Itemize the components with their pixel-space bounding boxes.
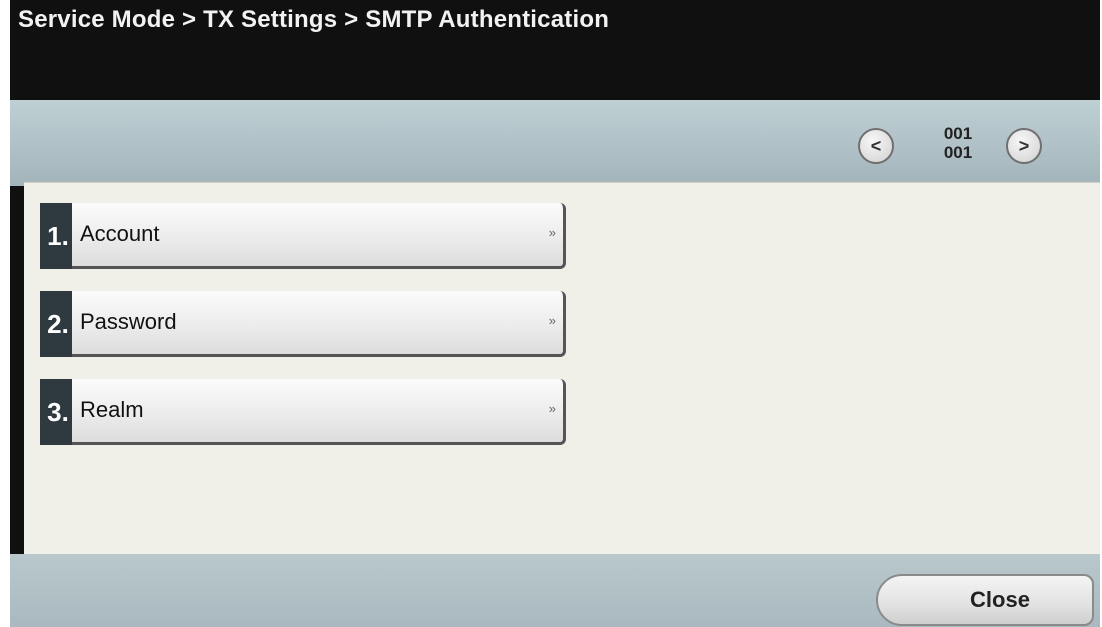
page-counter: 001 001 bbox=[934, 124, 982, 162]
menu-item-account[interactable]: 1. Account » bbox=[40, 203, 566, 269]
double-chevron-right-icon: » bbox=[548, 313, 556, 328]
menu-item-number: 3. bbox=[40, 379, 72, 445]
menu-item-label: Realm bbox=[80, 397, 144, 422]
chevron-left-icon: < bbox=[870, 135, 882, 156]
menu-panel: 1. Account » 2. Password » 3. Realm » bbox=[24, 182, 1100, 555]
menu-item-label: Password bbox=[80, 309, 177, 334]
page-prev-button[interactable]: < bbox=[858, 128, 894, 164]
breadcrumb-title: Service Mode > TX Settings > SMTP Authen… bbox=[18, 6, 610, 33]
double-chevron-right-icon: » bbox=[548, 225, 556, 240]
menu-item-password[interactable]: 2. Password » bbox=[40, 291, 566, 357]
menu-item-number: 1. bbox=[40, 203, 72, 269]
double-chevron-right-icon: » bbox=[548, 401, 556, 416]
page-next-button[interactable]: > bbox=[1006, 128, 1042, 164]
device-screen: Service Mode > TX Settings > SMTP Authen… bbox=[10, 0, 1100, 627]
menu-item-number: 2. bbox=[40, 291, 72, 357]
menu-item-realm[interactable]: 3. Realm » bbox=[40, 379, 566, 445]
chevron-right-icon: > bbox=[1018, 135, 1030, 156]
total-pages: 001 bbox=[943, 143, 973, 162]
menu-item-face[interactable]: Password » bbox=[72, 291, 566, 357]
current-page: 001 bbox=[943, 124, 973, 143]
menu-item-face[interactable]: Account » bbox=[72, 203, 566, 269]
close-button[interactable]: Close bbox=[876, 574, 1094, 626]
menu-item-label: Account bbox=[80, 221, 160, 246]
menu-item-face[interactable]: Realm » bbox=[72, 379, 566, 445]
